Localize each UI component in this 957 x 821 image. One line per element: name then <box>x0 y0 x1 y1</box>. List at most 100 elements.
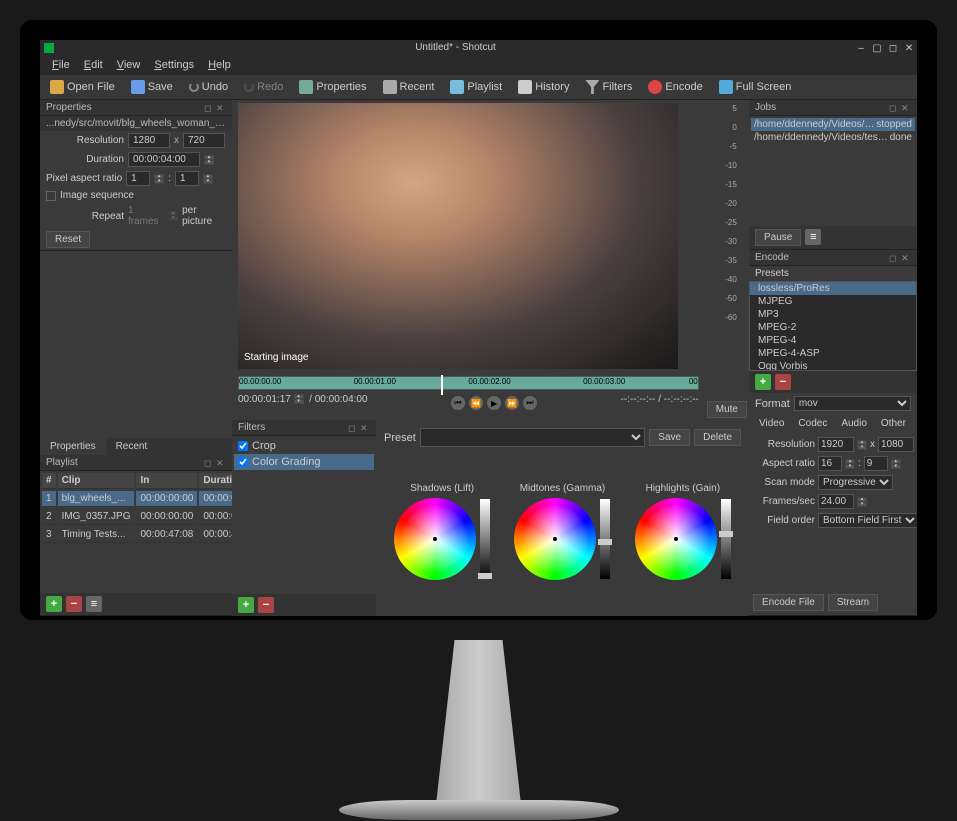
playlist-button[interactable]: Playlist <box>446 78 506 96</box>
preset-select[interactable] <box>420 428 646 447</box>
menu-file[interactable]: File <box>46 57 76 73</box>
filter-cg-checkbox[interactable] <box>238 457 248 467</box>
enc-aspect-a-input[interactable] <box>818 456 842 471</box>
panel-float-icon[interactable]: ◻ <box>889 253 899 263</box>
menu-edit[interactable]: Edit <box>78 57 109 73</box>
filter-item-crop[interactable]: Crop <box>234 438 374 454</box>
history-button[interactable]: History <box>514 78 573 96</box>
enc-scan-select[interactable]: Progressive <box>818 475 893 490</box>
forward-button[interactable]: ⏩ <box>505 396 519 410</box>
enc-res-w-input[interactable] <box>818 437 854 452</box>
resolution-width-input[interactable] <box>128 133 170 148</box>
shadows-wheel[interactable] <box>394 498 476 580</box>
enc-aspect-b-input[interactable] <box>864 456 888 471</box>
preset-remove-button[interactable]: − <box>775 374 791 390</box>
preset-add-button[interactable]: + <box>755 374 771 390</box>
filter-add-button[interactable]: + <box>238 597 254 613</box>
highlights-wheel[interactable] <box>635 498 717 580</box>
preset-item[interactable]: lossless/ProRes <box>750 282 916 295</box>
panel-close-icon[interactable]: ✕ <box>901 253 911 263</box>
encode-file-button[interactable]: Encode File <box>753 594 824 611</box>
panel-float-icon[interactable]: ◻ <box>204 103 214 113</box>
duration-spinner[interactable]: ▴▾ <box>204 155 214 165</box>
enc-aspect-a-spinner[interactable]: ▴▾ <box>845 459 855 469</box>
jobs-menu-button[interactable]: ≡ <box>805 229 821 245</box>
panel-close-icon[interactable]: ✕ <box>216 458 226 468</box>
redo-button[interactable]: Redo <box>240 79 287 95</box>
skip-start-button[interactable]: ⏮ <box>451 396 465 410</box>
duration-input[interactable] <box>128 152 200 167</box>
preset-item[interactable]: MPEG-2 <box>750 321 916 334</box>
properties-button[interactable]: Properties <box>295 78 370 96</box>
repeat-spinner[interactable]: ▴▾ <box>168 211 178 221</box>
preset-item[interactable]: MP3 <box>750 308 916 321</box>
close-icon[interactable]: ✕ <box>904 43 914 53</box>
reset-button[interactable]: Reset <box>46 231 90 248</box>
menu-view[interactable]: View <box>111 57 147 73</box>
save-button[interactable]: Save <box>127 78 177 96</box>
enc-field-select[interactable]: Bottom Field First <box>818 513 917 528</box>
timeline-playhead[interactable] <box>441 375 443 395</box>
tab-properties[interactable]: Properties <box>40 438 106 455</box>
pixel-aspect-a-spinner[interactable]: ▴▾ <box>154 174 164 184</box>
playlist-col-num[interactable]: # <box>42 473 56 489</box>
rewind-button[interactable]: ⏪ <box>469 396 483 410</box>
maximize-icon[interactable]: ▢ <box>872 43 882 53</box>
playlist-row[interactable]: 1 blg_wheels_... 00:00:00:00 00:00:04:00 <box>42 491 260 507</box>
playlist-row[interactable]: 3 Timing Tests... 00:00:47:08 00:00:40:0… <box>42 527 260 543</box>
playlist-menu-button[interactable]: ≡ <box>86 596 102 612</box>
tab-recent[interactable]: Recent <box>106 438 158 455</box>
encode-tab-video[interactable]: Video <box>753 416 790 431</box>
panel-close-icon[interactable]: ✕ <box>360 423 370 433</box>
encode-tab-audio[interactable]: Audio <box>835 416 873 431</box>
preset-item[interactable]: Ogg Vorbis <box>750 360 916 371</box>
encode-tab-codec[interactable]: Codec <box>792 416 833 431</box>
video-preview[interactable]: Starting image <box>238 103 678 369</box>
fullscreen-button[interactable]: Full Screen <box>715 78 796 96</box>
image-sequence-checkbox[interactable] <box>46 191 56 201</box>
preset-item[interactable]: MPEG-4 <box>750 334 916 347</box>
filters-button[interactable]: Filters <box>581 78 636 96</box>
timeline-ruler[interactable]: 00.00:00.00 00.00:01.00 00.00:02.00 00.0… <box>238 376 699 390</box>
encode-tab-other[interactable]: Other <box>875 416 912 431</box>
preset-item[interactable]: MPEG-4-ASP <box>750 347 916 360</box>
encode-button[interactable]: Encode <box>644 78 706 96</box>
panel-close-icon[interactable]: ✕ <box>901 103 911 113</box>
preset-item[interactable]: MJPEG <box>750 295 916 308</box>
filter-crop-checkbox[interactable] <box>238 441 248 451</box>
playlist-row[interactable]: 2 IMG_0357.JPG 00:00:00:00 00:00:04:00 <box>42 509 260 525</box>
playlist-col-in[interactable]: In <box>136 473 197 489</box>
pixel-aspect-a-input[interactable] <box>126 171 150 186</box>
enc-fps-spinner[interactable]: ▴▾ <box>857 497 867 507</box>
filter-item-color-grading[interactable]: Color Grading <box>234 454 374 470</box>
playlist-col-clip[interactable]: Clip <box>58 473 135 489</box>
playlist-add-button[interactable]: + <box>46 596 62 612</box>
panel-float-icon[interactable]: ◻ <box>889 103 899 113</box>
pause-button[interactable]: Pause <box>755 229 801 246</box>
highlights-slider[interactable] <box>721 499 731 579</box>
menu-settings[interactable]: Settings <box>148 57 200 73</box>
preset-save-button[interactable]: Save <box>649 429 690 446</box>
skip-end-button[interactable]: ⏭ <box>523 396 537 410</box>
play-button[interactable]: ▶ <box>487 396 501 410</box>
playlist-remove-button[interactable]: − <box>66 596 82 612</box>
menu-help[interactable]: Help <box>202 57 237 73</box>
mute-button[interactable]: Mute <box>707 401 747 418</box>
job-row[interactable]: /home/ddennedy/Videos/test.movstopped <box>751 118 915 131</box>
midtones-wheel[interactable] <box>514 498 596 580</box>
job-row[interactable]: /home/ddennedy/Videos/test.movdone <box>751 131 915 144</box>
enc-fps-input[interactable] <box>818 494 854 509</box>
enc-res-h-input[interactable] <box>878 437 914 452</box>
format-select[interactable]: mov <box>794 396 911 411</box>
open-file-button[interactable]: Open File <box>46 78 119 96</box>
preset-delete-button[interactable]: Delete <box>694 429 741 446</box>
resolution-height-input[interactable] <box>183 133 225 148</box>
pixel-aspect-b-spinner[interactable]: ▴▾ <box>203 174 213 184</box>
pixel-aspect-b-input[interactable] <box>175 171 199 186</box>
panel-float-icon[interactable]: ◻ <box>204 458 214 468</box>
enc-aspect-b-spinner[interactable]: ▴▾ <box>891 459 901 469</box>
panel-close-icon[interactable]: ✕ <box>216 103 226 113</box>
maximize2-icon[interactable]: ◻ <box>888 43 898 53</box>
stream-button[interactable]: Stream <box>828 594 878 611</box>
filter-remove-button[interactable]: − <box>258 597 274 613</box>
